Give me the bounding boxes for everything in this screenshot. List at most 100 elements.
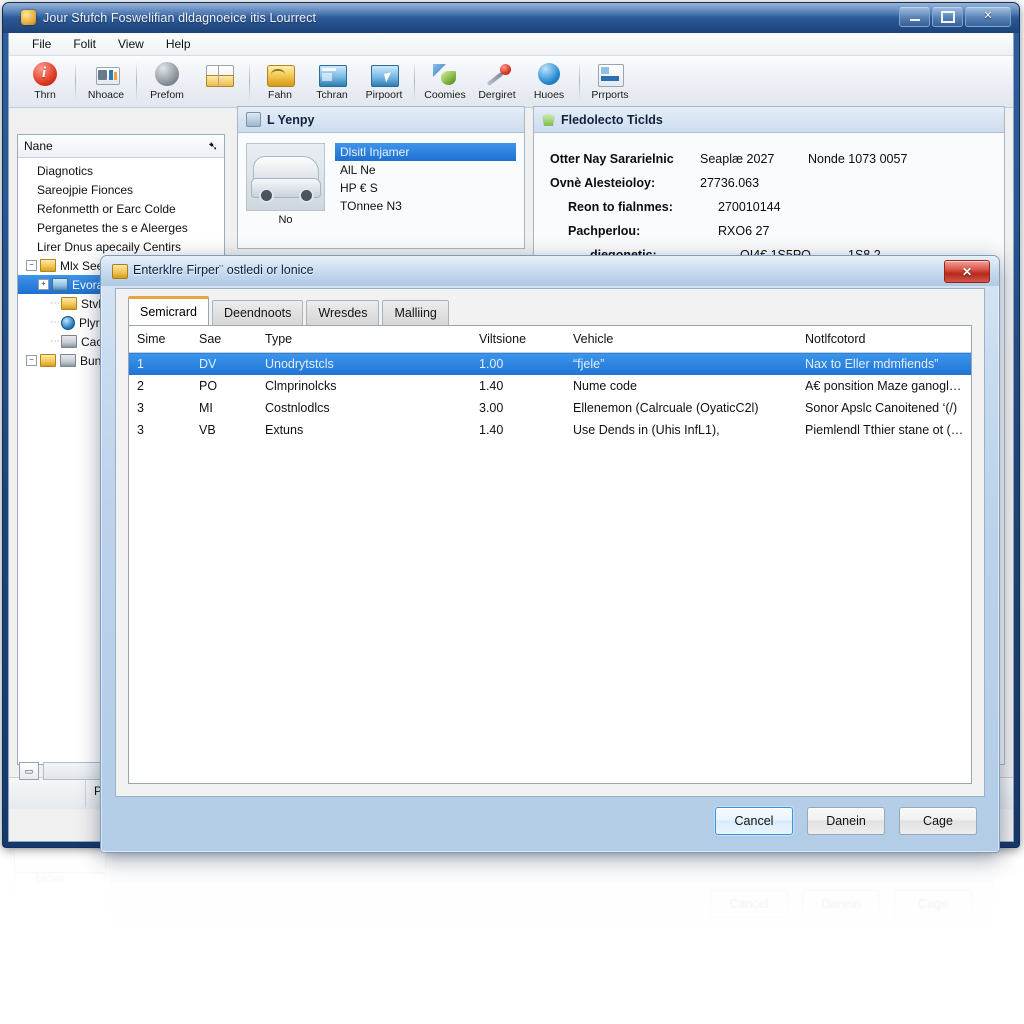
toolbar-separator	[136, 61, 137, 101]
sidebar-item-diagnotics[interactable]: Diagnotics	[18, 161, 224, 180]
ruler-icon[interactable]: ▭	[19, 762, 39, 780]
tab-malliing[interactable]: Malliing	[382, 300, 449, 325]
reflection-cage-button: Cage	[894, 890, 972, 918]
toolbar-button-coomies[interactable]: Coomies	[419, 59, 471, 101]
tab-semicrard[interactable]: Semicrard	[128, 296, 209, 325]
detail-extra: Nonde 1073 0057	[808, 152, 908, 166]
column-header-viltsione[interactable]: Viltsione	[471, 326, 565, 353]
cell-type: Costnlodlcs	[265, 401, 330, 415]
cage-button[interactable]: Cage	[899, 807, 977, 835]
reflection-buttons: Cancel Danein Cage	[710, 890, 972, 918]
toolbar-button-nhoace[interactable]: Nhoace	[80, 59, 132, 101]
column-header-notlfcotord[interactable]: Notlfcotord	[797, 326, 971, 353]
detail-row: Reon to fialnmes: 270010144	[550, 195, 988, 219]
danein-button[interactable]: Danein	[807, 807, 885, 835]
column-header-sae[interactable]: Sae	[191, 326, 257, 353]
toolbar-button-dergiret[interactable]: Dergiret	[471, 59, 523, 101]
close-icon: ✕	[961, 264, 973, 279]
car-wheel	[259, 188, 274, 203]
table-row[interactable]: 3 MI Costnlodlcs 3.00 Ellenemon (Calrcua…	[129, 397, 971, 419]
modal-tabs: Semicrard Deendnoots Wresdes Malliing	[128, 296, 972, 325]
pin-red-icon	[482, 61, 512, 88]
cell-sae: DV	[191, 352, 257, 375]
modal-close-button[interactable]: ✕	[944, 260, 990, 283]
menu-item-file[interactable]: File	[21, 35, 62, 53]
toolbar-button-huoes[interactable]: Huoes	[523, 59, 575, 101]
toolbar-separator	[414, 61, 415, 101]
globe-icon	[61, 315, 75, 330]
detail-row: Ovnè Alesteioloy: 27736.063	[550, 171, 988, 195]
car-wheel	[299, 188, 314, 203]
toolbar-label: Prrports	[591, 89, 629, 101]
sidebar-item-perganetes[interactable]: Perganetes the s e Aleerges	[18, 218, 224, 237]
table-body: 1 DV Unodrytstcls 1.00 “fjele” Nax to El…	[129, 352, 971, 442]
screen: Jour Sfufch Foswelifian dldagnoeice itis…	[0, 0, 1024, 1024]
menu-item-help[interactable]: Help	[155, 35, 202, 53]
close-button[interactable]: ✕	[965, 6, 1011, 27]
column-header-vehicle[interactable]: Vehicle	[565, 326, 797, 353]
vehicle-group-body: No Dlsitl Injamer AlL Ne HP € S TOnnee N…	[238, 133, 524, 234]
cancel-button[interactable]: Cancel	[715, 807, 793, 835]
table-row[interactable]: 2 PO Clmprinolcks 1.40 Nume code A€ pons…	[129, 375, 971, 397]
sphere-blue-icon	[534, 61, 564, 88]
folder-gold-icon	[112, 264, 128, 279]
list-item[interactable]: AlL Ne	[335, 161, 516, 179]
table-head: Sime Sae Type Viltsione Vehicle Notlfcot…	[129, 326, 971, 353]
table-row[interactable]: 1 DV Unodrytstcls 1.00 “fjele” Nax to El…	[129, 352, 971, 375]
toolbar: i Thrn Nhoace Prefom Fahn Tchran Pirpoor…	[9, 56, 1013, 108]
folder-image-icon	[52, 278, 68, 291]
sidebar-item-lirer-dnus[interactable]: Lirer Dnus apecaily Centirs	[18, 237, 224, 256]
leaf-green-icon	[430, 61, 460, 88]
maximize-button[interactable]	[932, 6, 963, 27]
cell-sae: MI	[199, 401, 213, 415]
toolbar-button-fahn[interactable]: Fahn	[254, 59, 306, 101]
cell-type: Clmprinolcks	[265, 379, 337, 393]
toolbar-button-pirpoort[interactable]: Pirpoort	[358, 59, 410, 101]
cell-notlfcotord: Nax to Eller mdmfiends”	[797, 352, 971, 375]
tab-wresdes[interactable]: Wresdes	[306, 300, 380, 325]
list-item[interactable]: HP € S	[335, 179, 516, 197]
collapse-icon[interactable]: −	[26, 260, 37, 271]
column-header-type[interactable]: Type	[257, 326, 471, 353]
vehicle-group: L Yenpy No Dlsitl Injamer AlL Ne HP € S …	[237, 106, 525, 249]
thumbnail-caption: No	[278, 214, 293, 226]
table-row[interactable]: 3 VB Extuns 1.40 Use Dends in (Uhis InfL…	[129, 419, 971, 441]
toolbar-button-prefom[interactable]: Prefom	[141, 59, 193, 101]
collapse-icon[interactable]: −	[26, 355, 37, 366]
expand-icon[interactable]: +	[38, 279, 49, 290]
toolbar-label: Fahn	[268, 89, 292, 101]
menu-bar: File Folit View Help	[9, 33, 1013, 56]
cell-notlfcotord: Sonor Apslc Canoitened ‘(/)	[805, 401, 958, 415]
modal-body: Semicrard Deendnoots Wresdes Malliing Si…	[115, 288, 985, 797]
sort-arrow-icon[interactable]: ➷	[208, 139, 218, 153]
sidebar-header: Nane ➷	[18, 135, 224, 158]
detail-label: Ovnè Alesteioloy:	[550, 176, 656, 190]
detail-value: 27736.063	[700, 176, 760, 190]
column-header-sime[interactable]: Sime	[129, 326, 191, 353]
toolbar-button-tchran[interactable]: Tchran	[306, 59, 358, 101]
cell-sae: PO	[199, 379, 218, 393]
data-table: Sime Sae Type Viltsione Vehicle Notlfcot…	[129, 326, 971, 441]
menu-item-edit[interactable]: Folit	[62, 35, 107, 53]
details-group-header: Fledolecto Ticlds	[534, 107, 1004, 133]
cell-sime: 3	[137, 423, 144, 437]
toolbar-button-grid[interactable]	[193, 59, 245, 89]
cell-viltsione: 1.40	[479, 379, 504, 393]
sidebar-item-refonmetth[interactable]: Refonmetth or Earc Colde	[18, 199, 224, 218]
sidebar-item-sareojpie-fionces[interactable]: Sareojpie Fionces	[18, 180, 224, 199]
toolbar-label: Prefom	[150, 89, 184, 101]
tab-deendnoots[interactable]: Deendnoots	[211, 300, 304, 325]
toolbar-label: Nhoace	[87, 89, 125, 101]
screen-cursor-icon	[369, 61, 399, 88]
minimize-button[interactable]	[899, 6, 930, 27]
cell-type: Unodrytstcls	[257, 352, 471, 375]
toolbar-button-thrn[interactable]: i Thrn	[19, 59, 71, 101]
cell-sime: 3	[137, 401, 144, 415]
list-item[interactable]: Dlsitl Injamer	[335, 143, 516, 161]
cell-viltsione: 1.00	[471, 352, 565, 375]
modal-footer: Cancel Danein Cage	[715, 807, 977, 835]
toolbar-button-prrports[interactable]: Prrports	[584, 59, 636, 101]
menu-item-view[interactable]: View	[107, 35, 155, 53]
detail-value: Seaplæ 2027	[700, 152, 775, 166]
list-item[interactable]: TOnnee N3	[335, 197, 516, 215]
